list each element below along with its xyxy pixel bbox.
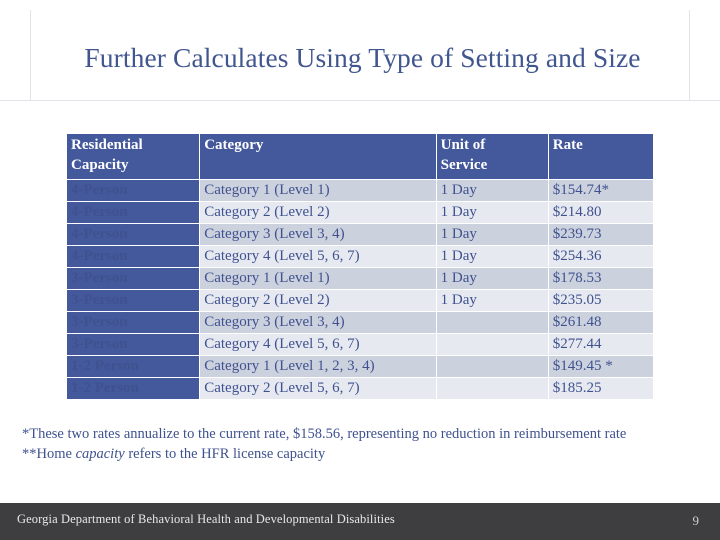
- cell-unit-of-service: [436, 356, 548, 377]
- table-row: 3-Person Category 2 (Level 2) 1 Day $235.05: [67, 290, 653, 311]
- page-number: 9: [692, 513, 700, 528]
- cell-unit-of-service: [436, 312, 548, 333]
- header-line-1: Residential: [71, 137, 143, 153]
- table-row: 4-Person Category 1 (Level 1) 1 Day $154.74…: [67, 180, 653, 201]
- cell-rate: $214.80: [548, 202, 653, 223]
- cell-rate: $261.48: [548, 312, 653, 333]
- footnote-rates: *These two rates annualize to the curren…: [22, 426, 627, 442]
- cell-residential-capacity: 3-Person: [67, 268, 200, 289]
- cell-unit-of-service: 1 Day: [436, 202, 548, 223]
- cell-residential-capacity: 4-Person: [67, 202, 200, 223]
- cell-residential-capacity: 4-Person: [67, 180, 200, 201]
- cell-residential-capacity: 4-Person: [67, 246, 200, 267]
- cell-category: Category 2 (Level 2): [200, 290, 436, 311]
- footnote-suffix: refers to the HFR license capacity: [124, 446, 326, 462]
- page-title: Further Calculates Using Type of Setting…: [84, 42, 641, 73]
- header-line-2: Capacity: [71, 157, 129, 173]
- cell-residential-capacity: 4-Person: [67, 224, 200, 245]
- cell-category: Category 4 (Level 5, 6, 7): [200, 246, 436, 267]
- cell-category: Category 3 (Level 3, 4): [200, 312, 436, 333]
- table-body: 4-Person Category 1 (Level 1) 1 Day $154.74…: [67, 180, 653, 399]
- cell-residential-capacity: 3-Person: [67, 334, 200, 355]
- slide-canvas: Further Calculates Using Type of Setting…: [0, 0, 720, 540]
- cell-unit-of-service: 1 Day: [436, 268, 548, 289]
- footer-bar: Georgia Department of Behavioral Health …: [0, 503, 720, 540]
- cell-unit-of-service: 1 Day: [436, 180, 548, 201]
- table-row: 1-2 Person Category 2 (Level 5, 6, 7) $185…: [67, 378, 653, 399]
- cell-rate: $149.45 *: [548, 356, 653, 377]
- column-header-unit-of-service: Unit of Service: [436, 134, 548, 179]
- footnotes: *These two rates annualize to the curren…: [22, 424, 662, 464]
- cell-rate: $185.25: [548, 378, 653, 399]
- table-header: Residential Capacity Category Unit of Se…: [67, 134, 653, 179]
- cell-category: Category 2 (Level 2): [200, 202, 436, 223]
- cell-residential-capacity: 1-2 Person: [67, 378, 200, 399]
- cell-category: Category 1 (Level 1): [200, 180, 436, 201]
- cell-category: Category 1 (Level 1, 2, 3, 4): [200, 356, 436, 377]
- table-row: 4-Person Category 4 (Level 5, 6, 7) 1 Day $…: [67, 246, 653, 267]
- header-line-2: Service: [440, 157, 488, 173]
- cell-rate: $235.05: [548, 290, 653, 311]
- cell-residential-capacity: 3-Person: [67, 290, 200, 311]
- table-row: 4-Person Category 2 (Level 2) 1 Day $214.80: [67, 202, 653, 223]
- column-header-category: Category: [200, 134, 436, 179]
- cell-rate: $178.53: [548, 268, 653, 289]
- footnote-italic-word: capacity: [75, 446, 125, 462]
- cell-category: Category 2 (Level 5, 6, 7): [200, 378, 436, 399]
- table-row: 1-2 Person Category 1 (Level 1, 2, 3, 4) $…: [67, 356, 653, 377]
- rate-table: Residential Capacity Category Unit of Se…: [66, 133, 654, 400]
- cell-unit-of-service: [436, 378, 548, 399]
- cell-unit-of-service: 1 Day: [436, 246, 548, 267]
- cell-rate: $239.73: [548, 224, 653, 245]
- cell-category: Category 3 (Level 3, 4): [200, 224, 436, 245]
- table-row: 3-Person Category 3 (Level 3, 4) $261.48: [67, 312, 653, 333]
- column-header-rate: Rate: [548, 134, 653, 179]
- cell-unit-of-service: 1 Day: [436, 290, 548, 311]
- cell-unit-of-service: [436, 334, 548, 355]
- cell-category: Category 1 (Level 1): [200, 268, 436, 289]
- cell-rate: $154.74*: [548, 180, 653, 201]
- cell-rate: $254.36: [548, 246, 653, 267]
- table-row: 3-Person Category 1 (Level 1) 1 Day $178.53: [67, 268, 653, 289]
- column-header-residential-capacity: Residential Capacity: [67, 134, 200, 179]
- cell-residential-capacity: 1-2 Person: [67, 356, 200, 377]
- cell-rate: $277.44: [548, 334, 653, 355]
- header-line-1: Unit of: [440, 137, 486, 153]
- footnote-home-capacity: **Home capacity refers to the HFR licens…: [22, 444, 662, 464]
- table-row: 4-Person Category 3 (Level 3, 4) 1 Day $239…: [67, 224, 653, 245]
- table-header-row: Residential Capacity Category Unit of Se…: [67, 134, 653, 179]
- cell-category: Category 4 (Level 5, 6, 7): [200, 334, 436, 355]
- cell-residential-capacity: 3-Person: [67, 312, 200, 333]
- table-row: 3-Person Category 4 (Level 5, 6, 7) $277.4…: [67, 334, 653, 355]
- title-divider: [0, 100, 720, 101]
- footnote-prefix: **Home: [22, 446, 76, 462]
- cell-unit-of-service: 1 Day: [436, 224, 548, 245]
- footer-organization: Georgia Department of Behavioral Health …: [17, 512, 395, 526]
